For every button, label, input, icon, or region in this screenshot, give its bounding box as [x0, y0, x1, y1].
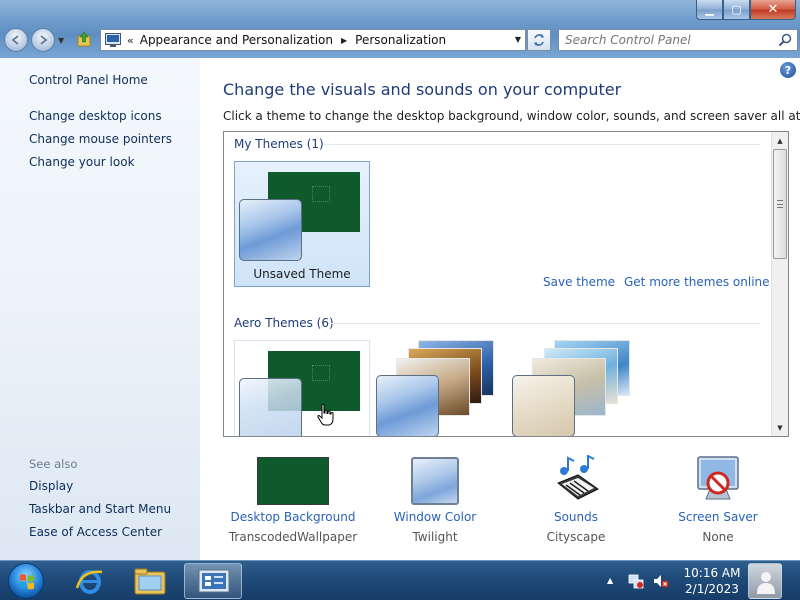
window-color-thumbnail — [411, 457, 459, 505]
sounds-link[interactable]: Sounds — [506, 510, 646, 524]
user-avatar-button[interactable] — [748, 563, 782, 599]
group-divider — [328, 323, 760, 324]
sounds-item[interactable]: Sounds Cityscape — [506, 455, 646, 551]
title-bar: ▁ ▢ ✕ ▼ « Appearance and Personalization… — [0, 0, 800, 58]
address-overflow-chevron[interactable]: « — [127, 34, 134, 47]
sounds-value: Cityscape — [546, 530, 606, 544]
group-divider — [324, 144, 760, 145]
control-panel-home-link[interactable]: Control Panel Home — [29, 73, 148, 87]
get-more-themes-link[interactable]: Get more themes online — [624, 275, 770, 289]
clock-date: 2/1/2023 — [685, 582, 739, 596]
ease-of-access-link[interactable]: Ease of Access Center — [29, 525, 162, 539]
address-dropdown-icon[interactable]: ▼ — [515, 35, 521, 44]
window-color-link[interactable]: Window Color — [365, 510, 505, 524]
caption-buttons: ▁ ▢ ✕ — [696, 0, 796, 20]
taskbar: ▲ 10:16 AM 2/1/2023 — [0, 560, 800, 600]
forward-button[interactable] — [31, 28, 55, 52]
page-title: Change the visuals and sounds on your co… — [223, 80, 622, 99]
theme-color-thumbnail — [376, 375, 439, 436]
recent-pages-dropdown[interactable]: ▼ — [58, 36, 64, 45]
screen-saver-icon — [697, 456, 739, 500]
theme-list-scrollbar[interactable]: ▲ ▼ — [771, 132, 788, 436]
up-folder-icon[interactable] — [76, 31, 92, 47]
control-panel-icon — [198, 569, 230, 593]
address-bar[interactable]: « Appearance and Personalization ▶ Perso… — [100, 29, 526, 51]
theme-tile-characters[interactable] — [510, 338, 630, 436]
main-content: ? Change the visuals and sounds on your … — [200, 58, 800, 560]
desktop-background-value: TranscodedWallpaper — [228, 530, 358, 544]
taskbar-start-menu-link[interactable]: Taskbar and Start Menu — [29, 502, 171, 516]
theme-label: Unsaved Theme — [253, 267, 351, 281]
desktop-background-thumbnail — [257, 457, 329, 505]
back-button[interactable] — [4, 28, 28, 52]
screen-saver-item[interactable]: Screen Saver None — [648, 455, 788, 551]
minimize-button[interactable]: ▁ — [696, 0, 723, 20]
search-input[interactable] — [565, 33, 773, 47]
folder-icon — [134, 568, 166, 595]
sounds-icon — [557, 455, 599, 500]
change-desktop-icons-link[interactable]: Change desktop icons — [29, 109, 162, 123]
screen-saver-value: None — [702, 530, 734, 544]
display-link[interactable]: Display — [29, 479, 73, 493]
theme-tile-windows7[interactable] — [234, 340, 370, 436]
close-button[interactable]: ✕ — [750, 0, 796, 20]
scroll-up-icon[interactable]: ▲ — [772, 132, 788, 149]
theme-list: My Themes (1) Unsaved Theme Save theme G… — [223, 131, 789, 437]
window-color-item[interactable]: Window Color Twilight — [365, 455, 505, 551]
aero-themes-header: Aero Themes (6) — [234, 316, 334, 330]
arrow-right-icon — [40, 35, 48, 45]
search-box — [558, 29, 798, 51]
breadcrumb-separator-icon[interactable]: ▶ — [341, 36, 347, 45]
arrow-left-icon — [11, 35, 19, 45]
hand-cursor-icon — [317, 403, 334, 426]
window-color-value: Twilight — [412, 530, 458, 544]
theme-color-thumbnail — [512, 375, 575, 436]
search-icon[interactable] — [778, 33, 792, 47]
change-mouse-pointers-link[interactable]: Change mouse pointers — [29, 132, 172, 146]
scrollbar-thumb[interactable] — [773, 149, 787, 259]
theme-tile-architecture[interactable] — [374, 338, 494, 436]
save-theme-link[interactable]: Save theme — [543, 275, 615, 289]
sidebar: Control Panel Home Change desktop icons … — [0, 58, 200, 560]
control-panel-icon — [105, 33, 121, 47]
breadcrumb-appearance[interactable]: Appearance and Personalization — [138, 33, 335, 47]
maximize-button[interactable]: ▢ — [723, 0, 750, 20]
see-also-label: See also — [29, 457, 78, 471]
clock-time: 10:16 AM — [683, 566, 741, 580]
refresh-icon — [534, 34, 544, 46]
navigation-bar: ▼ « Appearance and Personalization ▶ Per… — [0, 24, 800, 56]
user-icon — [757, 572, 775, 594]
windows-logo-icon — [20, 574, 34, 590]
refresh-button[interactable] — [527, 29, 551, 51]
internet-explorer-icon — [75, 570, 103, 594]
taskbar-control-panel[interactable] — [184, 563, 242, 599]
show-hidden-icons-button[interactable]: ▲ — [607, 576, 613, 585]
start-button[interactable] — [8, 563, 44, 599]
system-clock[interactable]: 10:16 AM 2/1/2023 — [680, 565, 744, 597]
page-description: Click a theme to change the desktop back… — [223, 109, 800, 123]
taskbar-internet-explorer[interactable] — [62, 563, 118, 599]
network-icon[interactable] — [628, 573, 644, 589]
my-themes-header: My Themes (1) — [234, 137, 324, 151]
screen-saver-link[interactable]: Screen Saver — [648, 510, 788, 524]
desktop-background-link[interactable]: Desktop Background — [223, 510, 363, 524]
help-icon[interactable]: ? — [780, 62, 796, 78]
breadcrumb-personalization[interactable]: Personalization — [353, 33, 448, 47]
change-your-look-link[interactable]: Change your look — [29, 155, 135, 169]
theme-color-thumbnail — [239, 378, 302, 436]
theme-tile-unsaved[interactable]: Unsaved Theme — [234, 161, 370, 287]
theme-color-thumbnail — [239, 199, 302, 261]
scroll-down-icon[interactable]: ▼ — [772, 419, 788, 436]
taskbar-windows-explorer[interactable] — [122, 563, 178, 599]
desktop-background-item[interactable]: Desktop Background TranscodedWallpaper — [223, 455, 363, 551]
volume-muted-icon[interactable] — [653, 573, 669, 589]
